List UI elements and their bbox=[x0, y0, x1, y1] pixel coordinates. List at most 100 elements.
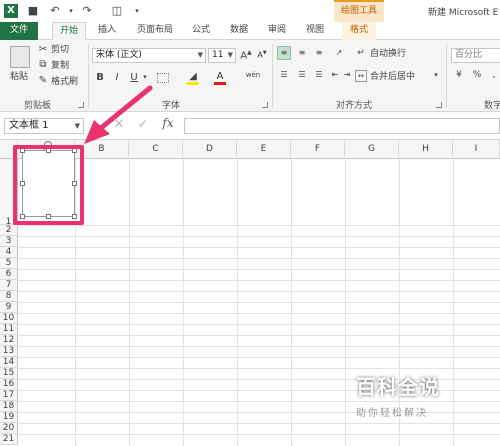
grid-line bbox=[18, 335, 500, 336]
merge-dropdown-icon[interactable]: ▾ bbox=[432, 71, 440, 79]
shrink-font-button[interactable]: A▼ bbox=[256, 50, 268, 60]
print-preview-icon[interactable]: ◫ bbox=[110, 4, 124, 18]
tab-home[interactable]: 开始 bbox=[52, 22, 86, 40]
grid-line bbox=[18, 269, 500, 270]
tab-formulas[interactable]: 公式 bbox=[186, 22, 216, 40]
group-separator bbox=[272, 44, 273, 108]
row-header[interactable]: 8 bbox=[0, 291, 18, 302]
row-header[interactable]: 12 bbox=[0, 335, 18, 346]
row-header[interactable]: 5 bbox=[0, 258, 18, 269]
row-header[interactable]: 4 bbox=[0, 247, 18, 258]
column-header[interactable]: E bbox=[237, 140, 291, 159]
undo-dropdown-icon[interactable]: ▾ bbox=[64, 4, 78, 18]
window-title: 新建 Microsoft E bbox=[428, 8, 499, 18]
row-header[interactable]: 10 bbox=[0, 313, 18, 324]
tab-file[interactable]: 文件 bbox=[0, 22, 38, 40]
grid-line bbox=[18, 258, 500, 259]
tab-review[interactable]: 审阅 bbox=[262, 22, 292, 40]
paste-icon[interactable] bbox=[10, 46, 30, 68]
column-header[interactable]: D bbox=[183, 140, 237, 159]
wrap-text-icon[interactable]: ↵ bbox=[355, 46, 367, 60]
paste-button[interactable]: 粘贴 bbox=[10, 70, 28, 84]
save-icon[interactable]: ■ bbox=[26, 4, 40, 18]
wrap-text-button[interactable]: 自动换行 bbox=[370, 47, 406, 61]
align-bottom-icon[interactable]: ≡ bbox=[312, 46, 326, 60]
tab-data[interactable]: 数据 bbox=[224, 22, 254, 40]
font-name-select[interactable]: 宋体 (正文) ▼ bbox=[92, 48, 206, 63]
align-center-icon[interactable]: ☰ bbox=[295, 70, 309, 79]
column-header[interactable]: G bbox=[345, 140, 399, 159]
cut-button[interactable]: 剪切 bbox=[51, 43, 69, 57]
merge-center-icon[interactable]: ↔ bbox=[355, 70, 367, 82]
font-color-icon[interactable]: A bbox=[214, 71, 226, 85]
accounting-format-icon[interactable]: ¥ bbox=[452, 70, 466, 80]
row-header[interactable]: 15 bbox=[0, 368, 18, 379]
grow-font-button[interactable]: A▲ bbox=[240, 49, 252, 61]
redo-icon[interactable]: ↷ bbox=[80, 4, 94, 18]
increase-indent-icon[interactable]: ⇥ bbox=[342, 70, 352, 79]
align-left-icon[interactable]: ☰ bbox=[277, 70, 291, 79]
underline-dropdown-icon[interactable]: ▾ bbox=[141, 73, 149, 81]
row-header[interactable]: 11 bbox=[0, 324, 18, 335]
row-header[interactable]: 3 bbox=[0, 236, 18, 247]
copy-icon: ⧉ bbox=[39, 59, 47, 70]
name-box[interactable]: 文本框 1 ▼ bbox=[4, 118, 84, 134]
row-header[interactable]: 13 bbox=[0, 346, 18, 357]
grid-line bbox=[18, 291, 500, 292]
undo-icon[interactable]: ↶ bbox=[48, 4, 62, 18]
watermark: 百科全说 助你轻松解决 bbox=[356, 371, 486, 423]
row-header[interactable]: 20 bbox=[0, 423, 18, 434]
font-group-label: 字体 bbox=[162, 101, 181, 111]
grid-line bbox=[18, 324, 500, 325]
excel-logo-icon: X bbox=[4, 4, 18, 18]
decrease-indent-icon[interactable]: ⇤ bbox=[330, 70, 340, 79]
scissors-icon: ✂ bbox=[38, 44, 48, 55]
orientation-icon[interactable]: ↗ bbox=[330, 46, 348, 60]
watermark-subtitle: 助你轻松解决 bbox=[356, 408, 428, 419]
format-painter-button[interactable]: 格式刷 bbox=[51, 75, 78, 89]
row-header[interactable]: 16 bbox=[0, 379, 18, 390]
grid-line bbox=[18, 313, 500, 314]
drawing-tools-context-label: 绘图工具 bbox=[334, 0, 384, 22]
comma-style-icon[interactable]: , bbox=[488, 70, 500, 80]
fill-color-icon[interactable]: ◢ bbox=[187, 71, 199, 85]
column-header[interactable]: I bbox=[453, 140, 500, 159]
formula-bar: 文本框 1▼ ⋮ ✕ ✓ fx bbox=[0, 112, 500, 140]
font-launcher-icon[interactable] bbox=[262, 102, 268, 108]
insert-function-button[interactable]: fx bbox=[160, 116, 176, 130]
grid-line bbox=[18, 434, 500, 435]
copy-button[interactable]: 复制 bbox=[51, 59, 69, 73]
align-middle-icon[interactable]: ≡ bbox=[295, 46, 309, 60]
pinyin-guide-icon[interactable]: wén bbox=[244, 71, 262, 79]
column-header[interactable]: H bbox=[399, 140, 453, 159]
row-header[interactable]: 18 bbox=[0, 401, 18, 412]
row-header[interactable]: 9 bbox=[0, 302, 18, 313]
watermark-title: 百科全说 bbox=[356, 375, 440, 399]
row-header[interactable]: 17 bbox=[0, 390, 18, 401]
formula-input[interactable] bbox=[184, 118, 500, 134]
grid-line bbox=[18, 280, 500, 281]
row-header[interactable]: 2 bbox=[0, 225, 18, 236]
column-header[interactable]: F bbox=[291, 140, 345, 159]
merge-center-button[interactable]: 合并后居中 bbox=[370, 70, 415, 84]
percent-style-icon[interactable]: % bbox=[470, 70, 484, 80]
row-header[interactable]: 14 bbox=[0, 357, 18, 368]
grid-line bbox=[18, 423, 500, 424]
align-top-icon[interactable]: ≡ bbox=[277, 46, 291, 60]
row-header[interactable]: 6 bbox=[0, 269, 18, 280]
alignment-launcher-icon[interactable] bbox=[436, 102, 442, 108]
tab-view[interactable]: 视图 bbox=[300, 22, 330, 40]
align-right-icon[interactable]: ☰ bbox=[312, 70, 326, 79]
grid-line bbox=[18, 368, 500, 369]
number-format-select[interactable]: 百分比 bbox=[451, 48, 500, 63]
row-header[interactable]: 21 bbox=[0, 434, 18, 445]
font-size-select[interactable]: 11 ▼ bbox=[208, 48, 236, 63]
tab-page-layout[interactable]: 页面布局 bbox=[130, 22, 180, 40]
customize-toolbar-icon[interactable]: ▾ bbox=[130, 4, 144, 18]
tab-insert[interactable]: 插入 bbox=[92, 22, 122, 40]
row-header[interactable]: 19 bbox=[0, 412, 18, 423]
ribbon-tabs: 文件 开始 插入 页面布局 公式 数据 审阅 视图 格式 bbox=[0, 22, 500, 40]
row-header[interactable]: 7 bbox=[0, 280, 18, 291]
group-separator bbox=[446, 44, 447, 108]
tab-format[interactable]: 格式 bbox=[342, 22, 376, 40]
